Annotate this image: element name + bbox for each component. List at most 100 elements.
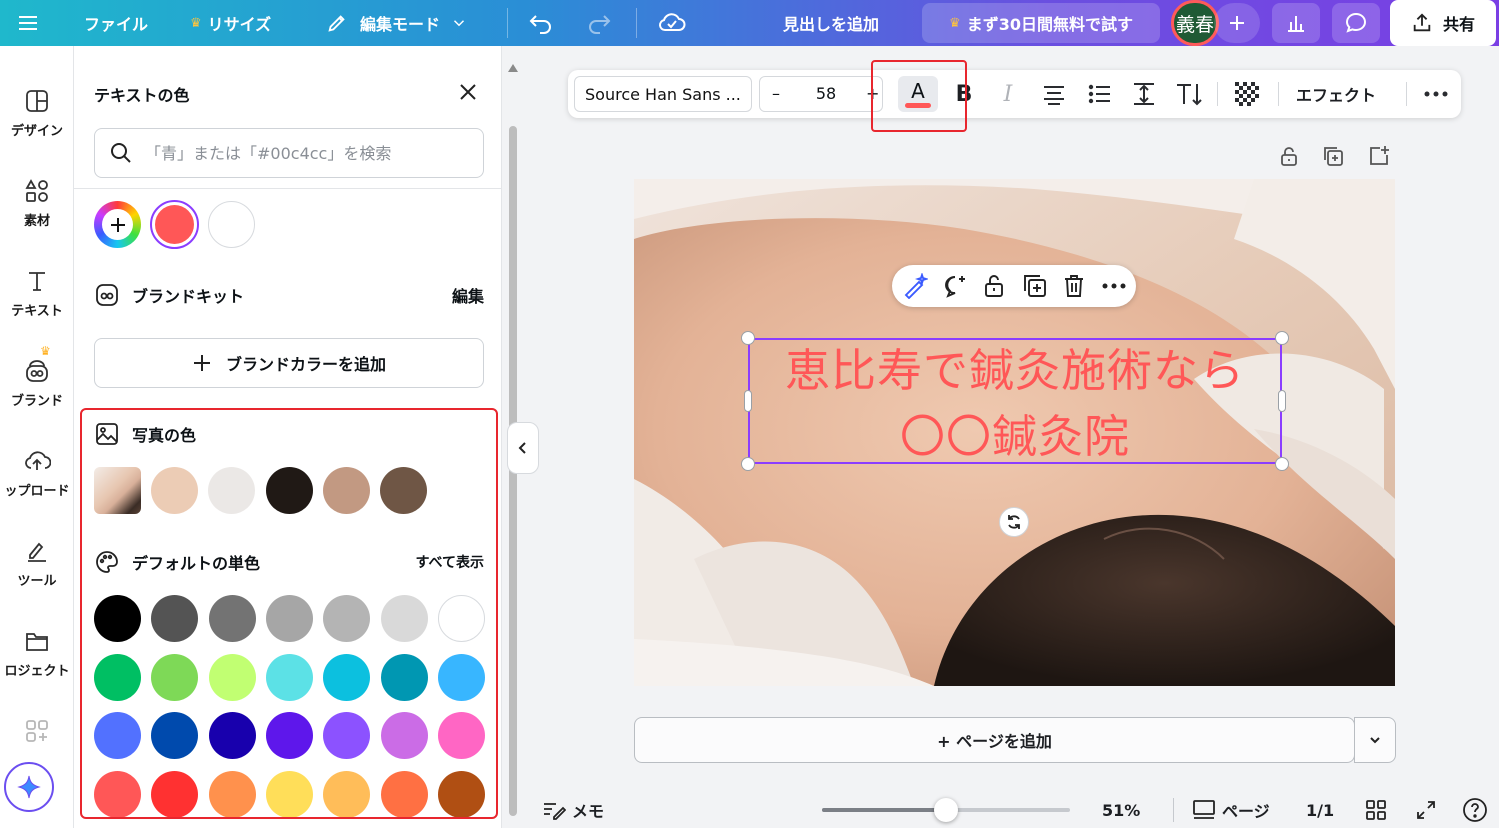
rail-label: ロジェクト [4, 664, 70, 679]
insights-button[interactable] [1272, 3, 1320, 43]
rail-item-tools[interactable]: ツール [0, 538, 74, 589]
panel-title: テキストの色 [94, 86, 190, 105]
side-handle[interactable] [1278, 390, 1286, 412]
magic-ai-button[interactable] [4, 762, 54, 812]
plus-icon [102, 209, 133, 240]
edit-mode-dropdown[interactable]: 編集モード [326, 0, 468, 46]
rail-label: ブランド [10, 394, 63, 409]
pages-button[interactable]: ページ [1192, 792, 1270, 828]
decrease-size-button[interactable]: – [772, 84, 780, 103]
duplicate-icon[interactable] [1022, 265, 1048, 307]
rail-item-projects[interactable]: ロジェクト [0, 628, 74, 679]
brand-edit-link[interactable]: 編集 [452, 283, 484, 307]
text-format-toolbar: Source Han Sans ... – 58 + A B I エフェクト [568, 70, 1461, 118]
transparency-icon[interactable] [1234, 70, 1260, 118]
rail-item-text[interactable]: テキスト [0, 268, 74, 319]
resize-handle[interactable] [741, 331, 755, 345]
divider [1217, 82, 1218, 106]
close-icon[interactable] [456, 80, 480, 104]
comments-button[interactable] [1332, 3, 1380, 43]
add-page-options[interactable] [1354, 717, 1396, 763]
italic-button[interactable]: I [996, 70, 1020, 118]
collapse-panel-button[interactable] [507, 422, 539, 474]
file-menu[interactable]: ファイル [84, 0, 148, 46]
scroll-up-icon[interactable] [507, 64, 519, 74]
pencil-icon [328, 15, 345, 32]
trash-icon[interactable] [1062, 265, 1086, 307]
add-collaborator-button[interactable] [1214, 3, 1260, 43]
resize-handle[interactable] [1275, 457, 1289, 471]
upload-icon [1413, 13, 1431, 32]
zoom-slider-thumb[interactable] [934, 798, 958, 822]
element-context-toolbar [892, 265, 1136, 307]
effects-button[interactable]: エフェクト [1296, 70, 1376, 118]
font-selector[interactable]: Source Han Sans ... [574, 76, 752, 112]
grid-view-icon[interactable] [1365, 792, 1387, 828]
zoom-value[interactable]: 51% [1102, 792, 1140, 828]
help-icon[interactable] [1462, 792, 1488, 828]
add-brand-color-label: ブランドカラーを追加 [225, 355, 386, 374]
search-icon [111, 143, 131, 163]
rail-label: デザイン [10, 124, 63, 139]
avatar[interactable]: 義春 [1171, 0, 1219, 46]
more-options-icon[interactable] [1424, 70, 1448, 118]
menu-icon[interactable] [16, 0, 40, 46]
rail-label: ップロード [4, 484, 70, 499]
add-page-button[interactable]: + ページを追加 [634, 717, 1355, 763]
folder-icon [26, 633, 48, 651]
notes-button[interactable]: メモ [542, 792, 604, 828]
vertical-text-icon[interactable] [1174, 70, 1204, 118]
document-color-swatch[interactable] [208, 201, 255, 248]
bar-chart-icon [1288, 16, 1304, 32]
bullet-list-icon[interactable] [1086, 70, 1114, 118]
shapes-icon [25, 179, 48, 202]
align-center-icon[interactable] [1040, 70, 1068, 118]
resize-button[interactable]: ♛ リサイズ [190, 0, 271, 46]
add-color-button[interactable] [94, 201, 141, 248]
rail-label: ツール [17, 574, 57, 589]
share-button[interactable]: 共有 [1390, 0, 1496, 46]
rail-item-elements[interactable]: 素材 [0, 178, 74, 229]
brand-icon [96, 284, 118, 306]
undo-icon[interactable] [528, 0, 554, 46]
rail-item-apps[interactable] [0, 718, 74, 750]
side-handle[interactable] [744, 390, 752, 412]
rotate-icon[interactable] [999, 507, 1029, 537]
chevron-down-icon [1370, 737, 1380, 744]
duplicate-page-icon[interactable] [1322, 145, 1344, 167]
magic-edit-icon[interactable] [902, 265, 928, 307]
chevron-left-icon [518, 442, 526, 454]
more-icon[interactable] [1102, 265, 1126, 307]
rail-item-design[interactable]: デザイン [0, 88, 74, 139]
resize-handle[interactable] [1275, 331, 1289, 345]
lock-icon[interactable] [982, 265, 1006, 307]
text-icon [29, 272, 45, 291]
spacing-icon[interactable] [1130, 70, 1158, 118]
rail-item-uploads[interactable]: ップロード [0, 448, 74, 499]
free-trial-button[interactable]: ♛ まず30日間無料で試す [922, 3, 1160, 43]
rail-label: テキスト [11, 304, 63, 319]
notes-icon [544, 803, 566, 820]
redo-icon[interactable] [586, 0, 612, 46]
color-search[interactable] [94, 128, 484, 178]
cloud-saved-icon[interactable] [658, 0, 686, 46]
font-size-value[interactable]: 58 [806, 84, 846, 103]
document-color-swatch-selected[interactable] [150, 200, 199, 249]
swatch-fill [155, 205, 194, 244]
add-page-icon[interactable] [1368, 145, 1390, 167]
search-input[interactable] [145, 143, 475, 163]
add-brand-color-button[interactable]: ブランドカラーを追加 [94, 338, 484, 388]
fullscreen-icon[interactable] [1415, 792, 1437, 828]
selection-box [748, 338, 1282, 464]
rail-item-brand[interactable]: ♛ ブランド [0, 344, 74, 409]
left-rail: デザイン 素材 テキスト ♛ ブランド ップロード ツール ロジェクト [0, 46, 74, 828]
resize-handle[interactable] [741, 457, 755, 471]
lock-page-icon[interactable] [1278, 145, 1300, 167]
add-heading-title[interactable]: 見出しを追加 [783, 0, 879, 46]
bottom-bar: メモ 51% ページ 1/1 [520, 792, 1499, 828]
resize-label: リサイズ [207, 15, 272, 34]
font-size-control: – 58 + [759, 76, 883, 112]
crown-icon: ♛ [40, 344, 51, 358]
comment-add-icon[interactable] [942, 265, 968, 307]
highlight-box [871, 60, 967, 132]
